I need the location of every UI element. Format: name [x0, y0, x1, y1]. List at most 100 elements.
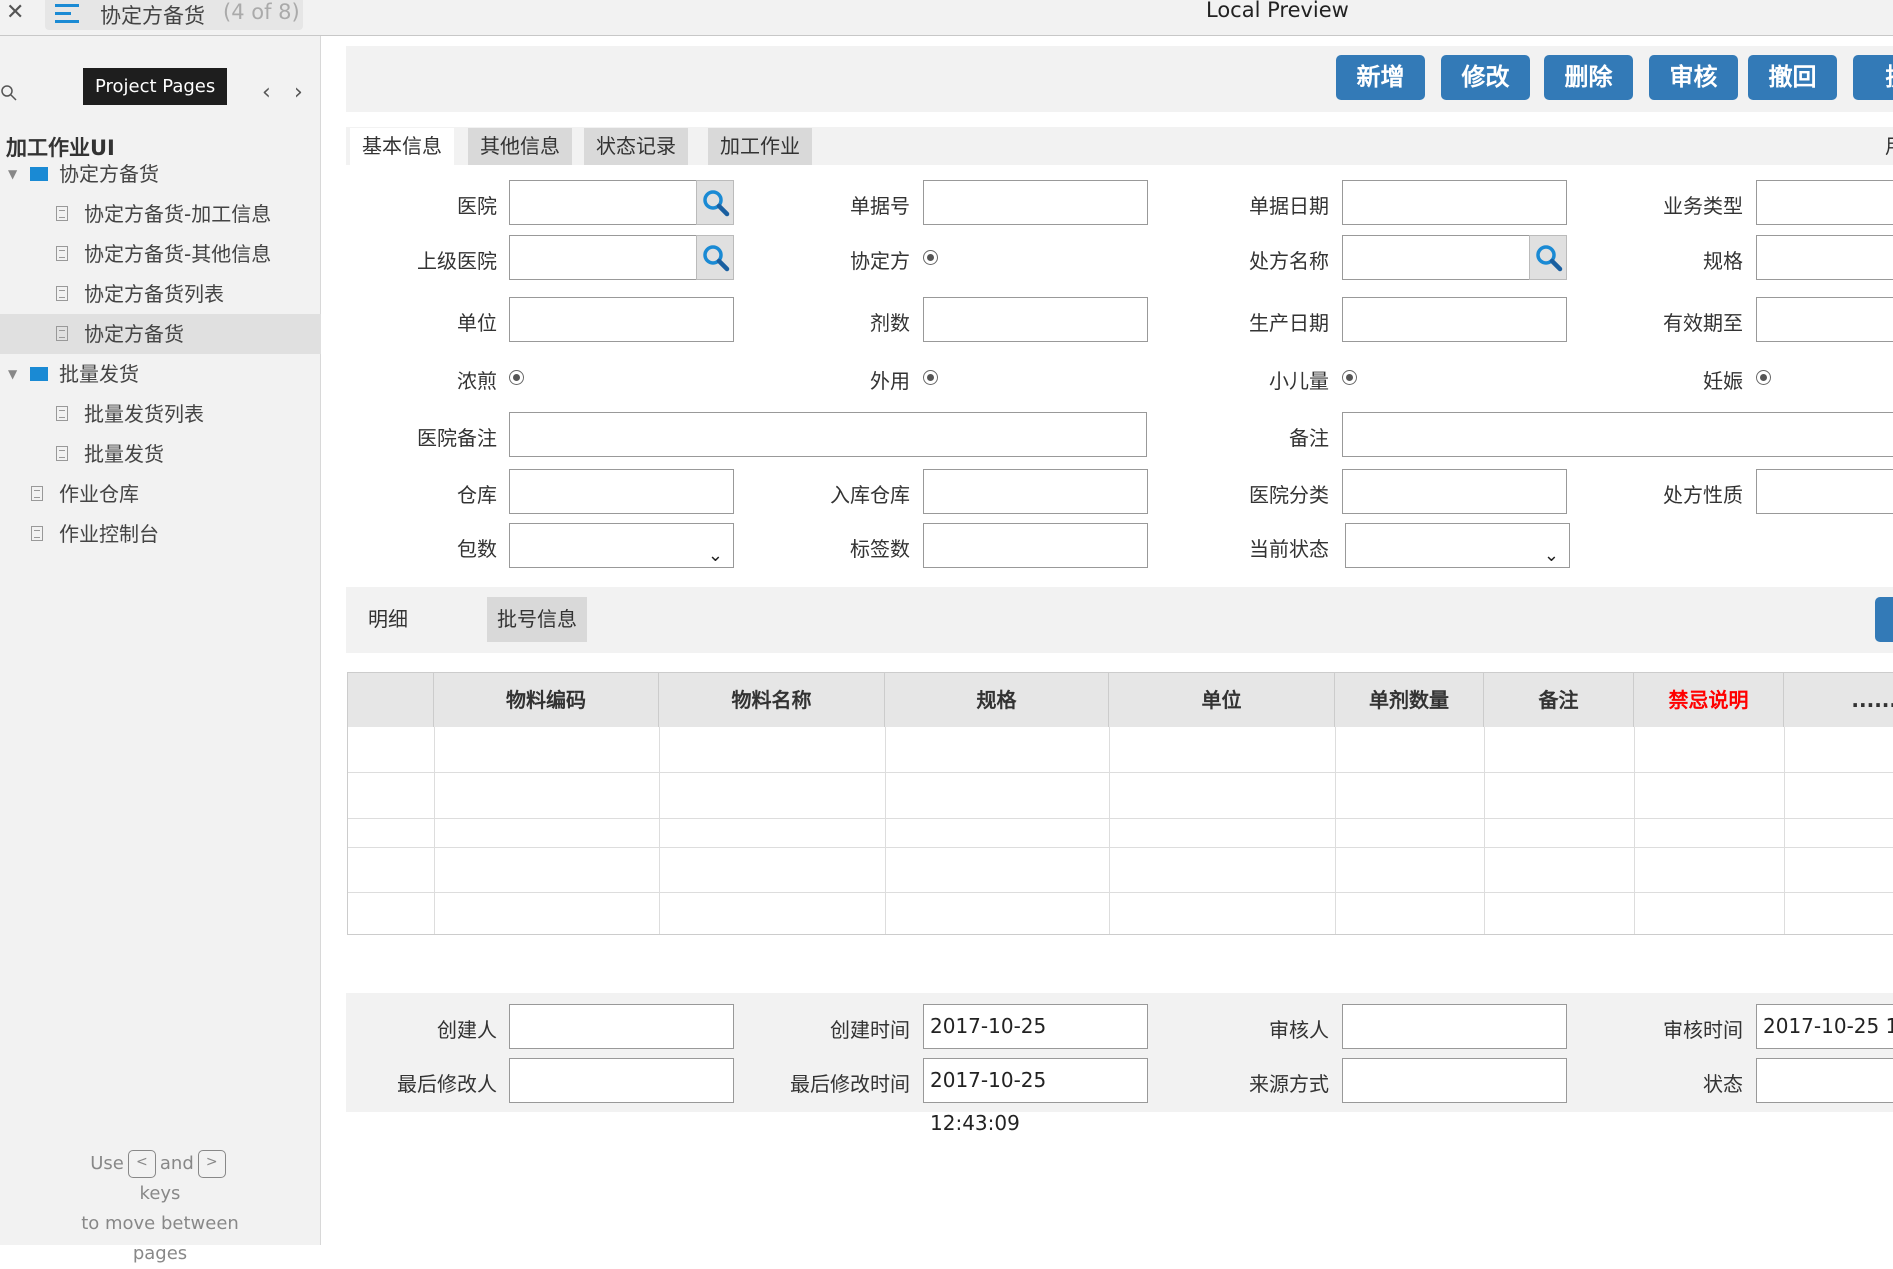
row-divider [348, 818, 1893, 819]
search-icon[interactable] [0, 84, 18, 107]
radio-button[interactable] [1342, 370, 1357, 385]
column-divider [1484, 727, 1485, 934]
text-input[interactable] [1342, 1058, 1567, 1103]
text-input[interactable] [923, 180, 1148, 225]
text-input[interactable] [509, 1058, 734, 1103]
text-input[interactable] [1756, 297, 1893, 342]
next-page-icon[interactable]: › [294, 80, 303, 105]
text-input[interactable] [923, 523, 1148, 568]
tab-2[interactable]: 状态记录 [584, 128, 688, 165]
text-input[interactable] [1756, 235, 1893, 280]
field-label: 生产日期 [1249, 311, 1329, 335]
field-label: 外用 [870, 369, 910, 393]
expand-caret-icon[interactable]: ▼ [8, 354, 17, 394]
close-icon[interactable]: ✕ [6, 0, 24, 25]
detail-table: 物料编码 物料名称 规格 单位 单剂数量 备注 禁忌说明...... [347, 672, 1893, 935]
tab-batch-info[interactable]: 批号信息 [487, 597, 587, 642]
detail-action-button[interactable] [1875, 597, 1893, 642]
text-input[interactable] [1342, 469, 1567, 514]
sidebar-item[interactable]: 协定方备货-其他信息 [0, 234, 321, 274]
sidebar-item[interactable]: 协定方备货-加工信息 [0, 194, 321, 234]
sidebar-item[interactable]: 协定方备货 [0, 314, 321, 354]
sidebar-item[interactable]: ▼ 批量发货 [0, 354, 321, 394]
radio-button[interactable] [509, 370, 524, 385]
text-input[interactable] [1342, 235, 1530, 280]
field-label: 妊娠 [1703, 369, 1743, 393]
prev-page-icon[interactable]: ‹ [262, 80, 271, 105]
search-button[interactable] [1529, 235, 1567, 280]
toolbar-button[interactable]: 撤回 [1748, 55, 1837, 100]
text-input[interactable]: 2017-10-25 1 [1756, 1004, 1893, 1049]
column-header[interactable]: 单剂数量 [1335, 673, 1484, 727]
text-input[interactable] [1342, 180, 1567, 225]
text-input[interactable] [1342, 412, 1893, 457]
radio-button[interactable] [923, 250, 938, 265]
field-label: 医院分类 [1249, 483, 1329, 507]
page-icon [56, 206, 68, 221]
search-button[interactable] [696, 180, 734, 225]
column-header[interactable]: 单位 [1109, 673, 1335, 727]
current-page-name[interactable]: 协定方备货 [100, 0, 205, 30]
field-label: 上级医院 [417, 249, 497, 273]
toolbar-button[interactable]: 删除 [1544, 55, 1633, 100]
sidebar-item[interactable]: 协定方备货列表 [0, 274, 321, 314]
text-input[interactable]: 2017-10-25 12:43:09 [923, 1058, 1148, 1135]
toolbar-button[interactable]: 修改 [1441, 55, 1530, 100]
field-label: 业务类型 [1663, 194, 1743, 218]
text-input[interactable] [1756, 180, 1893, 225]
row-divider [348, 772, 1893, 773]
text-input[interactable] [1342, 297, 1567, 342]
tab-0[interactable]: 基本信息 [350, 128, 454, 165]
toolbar-button[interactable]: 审核 [1649, 55, 1738, 100]
column-header[interactable]: 物料编码 [434, 673, 659, 727]
text-input[interactable] [1342, 1004, 1567, 1049]
text-input[interactable] [509, 1004, 734, 1049]
menu-icon[interactable] [55, 4, 79, 24]
column-header[interactable]: 物料名称 [659, 673, 885, 727]
tab-1[interactable]: 其他信息 [468, 128, 572, 165]
text-input[interactable] [1756, 469, 1893, 514]
packs-select[interactable]: ⌄ [509, 523, 734, 568]
sidebar-item[interactable]: ▼ 协定方备货 [0, 154, 321, 194]
text-input[interactable]: 2017-10-25 12:43:09 [923, 1004, 1148, 1081]
text-input[interactable] [509, 180, 697, 225]
column-header[interactable]: 规格 [885, 673, 1109, 727]
tab-3[interactable]: 加工作业 [708, 128, 812, 165]
sidebar-item-label: 批量发货列表 [84, 402, 204, 426]
hint-text: keys [139, 1183, 181, 1204]
field-label: 创建时间 [830, 1018, 910, 1042]
column-header[interactable]: ...... [1784, 673, 1893, 727]
tab-right-partial[interactable]: 用 [1885, 130, 1893, 159]
sidebar-item-label: 作业仓库 [59, 482, 139, 506]
tooltip: Project Pages [83, 68, 228, 105]
sidebar-item[interactable]: 作业控制台 [0, 514, 321, 554]
column-header[interactable]: 备注 [1484, 673, 1634, 727]
tab-detail[interactable]: 明细 [358, 597, 418, 642]
sidebar-item-label: 协定方备货-其他信息 [84, 242, 272, 266]
page-icon [56, 406, 68, 421]
sidebar-item-label: 协定方备货列表 [84, 282, 224, 306]
text-input[interactable] [923, 469, 1148, 514]
search-button[interactable] [696, 235, 734, 280]
magnifier-icon [1536, 245, 1563, 272]
text-input[interactable] [509, 412, 1147, 457]
text-input[interactable] [509, 469, 734, 514]
sidebar-item[interactable]: 批量发货列表 [0, 394, 321, 434]
radio-button[interactable] [923, 370, 938, 385]
toolbar-button[interactable]: 新增 [1336, 55, 1425, 100]
text-input[interactable] [509, 235, 697, 280]
magnifier-icon [703, 245, 730, 272]
column-header[interactable] [348, 673, 434, 727]
text-input[interactable] [1756, 1058, 1893, 1103]
status-select[interactable]: ⌄ [1345, 523, 1570, 568]
sidebar-item[interactable]: 作业仓库 [0, 474, 321, 514]
toolbar-button[interactable]: 提 [1853, 55, 1893, 100]
text-input[interactable] [923, 297, 1148, 342]
radio-button[interactable] [1756, 370, 1771, 385]
sidebar-item[interactable]: 批量发货 [0, 434, 321, 474]
page-count: (4 of 8) [223, 0, 300, 24]
text-input[interactable] [509, 297, 734, 342]
column-header[interactable]: 禁忌说明 [1634, 673, 1784, 727]
expand-caret-icon[interactable]: ▼ [8, 154, 17, 194]
field-label: 医院备注 [417, 426, 497, 450]
